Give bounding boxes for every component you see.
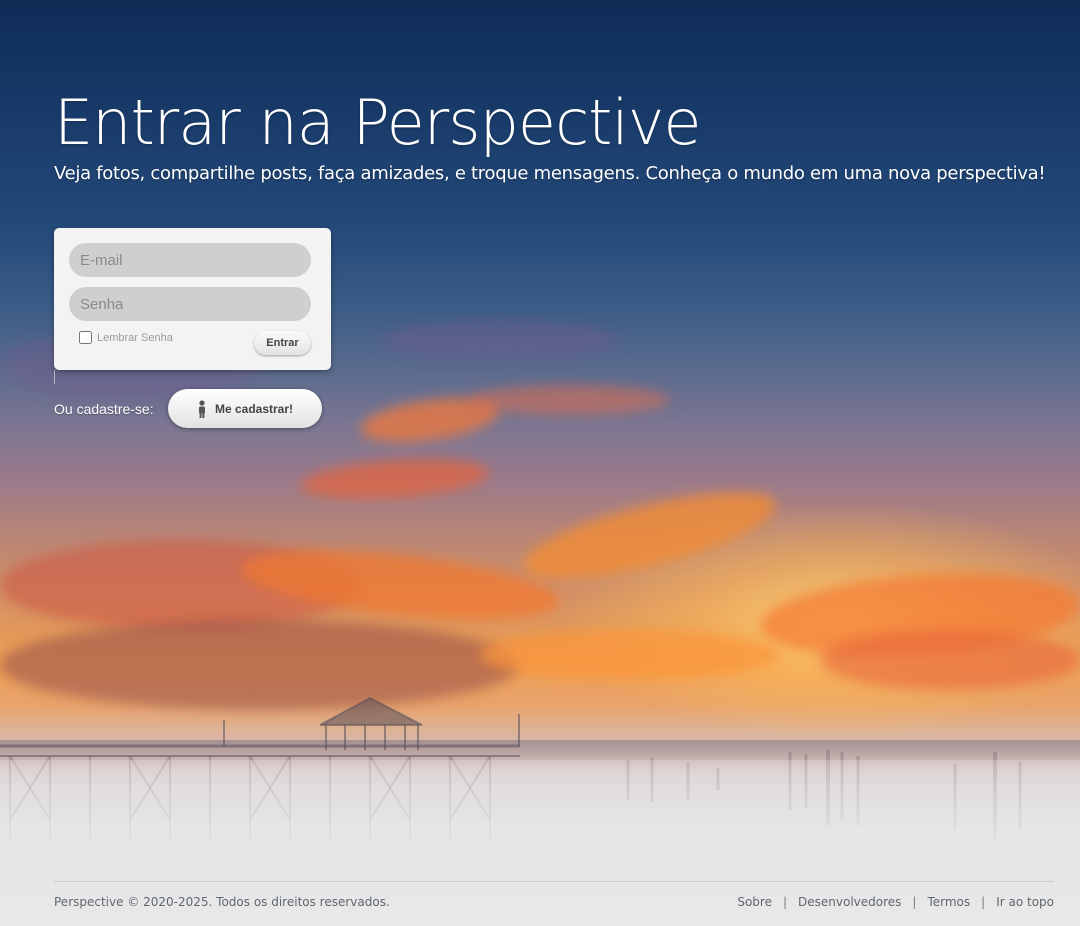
signup-button-label: Me cadastrar! [214,401,294,416]
footer-separator: | [912,895,917,909]
person-icon [197,399,207,418]
remember-password-option[interactable]: Lembrar Senha [79,331,173,344]
login-form: Lembrar Senha Entrar [54,228,331,370]
email-input[interactable] [69,243,311,277]
login-submit-button[interactable]: Entrar [254,331,311,355]
card-divider [54,370,55,384]
footer-link-desenvolvedores[interactable]: Desenvolvedores [798,895,901,909]
footer-link-termos[interactable]: Termos [927,895,970,909]
footer-copyright: Perspective © 2020-2025. Todos os direit… [54,895,390,909]
remember-password-label: Lembrar Senha [97,331,173,344]
footer-link-ir-ao-topo[interactable]: Ir ao topo [996,895,1054,909]
password-input[interactable] [69,287,311,321]
footer-link-sobre[interactable]: Sobre [737,895,772,909]
signup-button[interactable]: Me cadastrar! [168,389,322,428]
footer-divider [54,881,1054,882]
footer-separator: | [782,895,788,909]
footer-separator: | [981,895,986,909]
page-subtitle: Veja fotos, compartilhe posts, faça amiz… [54,163,1046,184]
page-title: Entrar na Perspective [54,86,702,159]
signup-prompt: Ou cadastre-se: [54,401,154,417]
footer-nav: Sobre | Desenvolvedores | Termos | Ir ao… [737,895,1054,909]
remember-password-checkbox[interactable] [79,331,92,344]
